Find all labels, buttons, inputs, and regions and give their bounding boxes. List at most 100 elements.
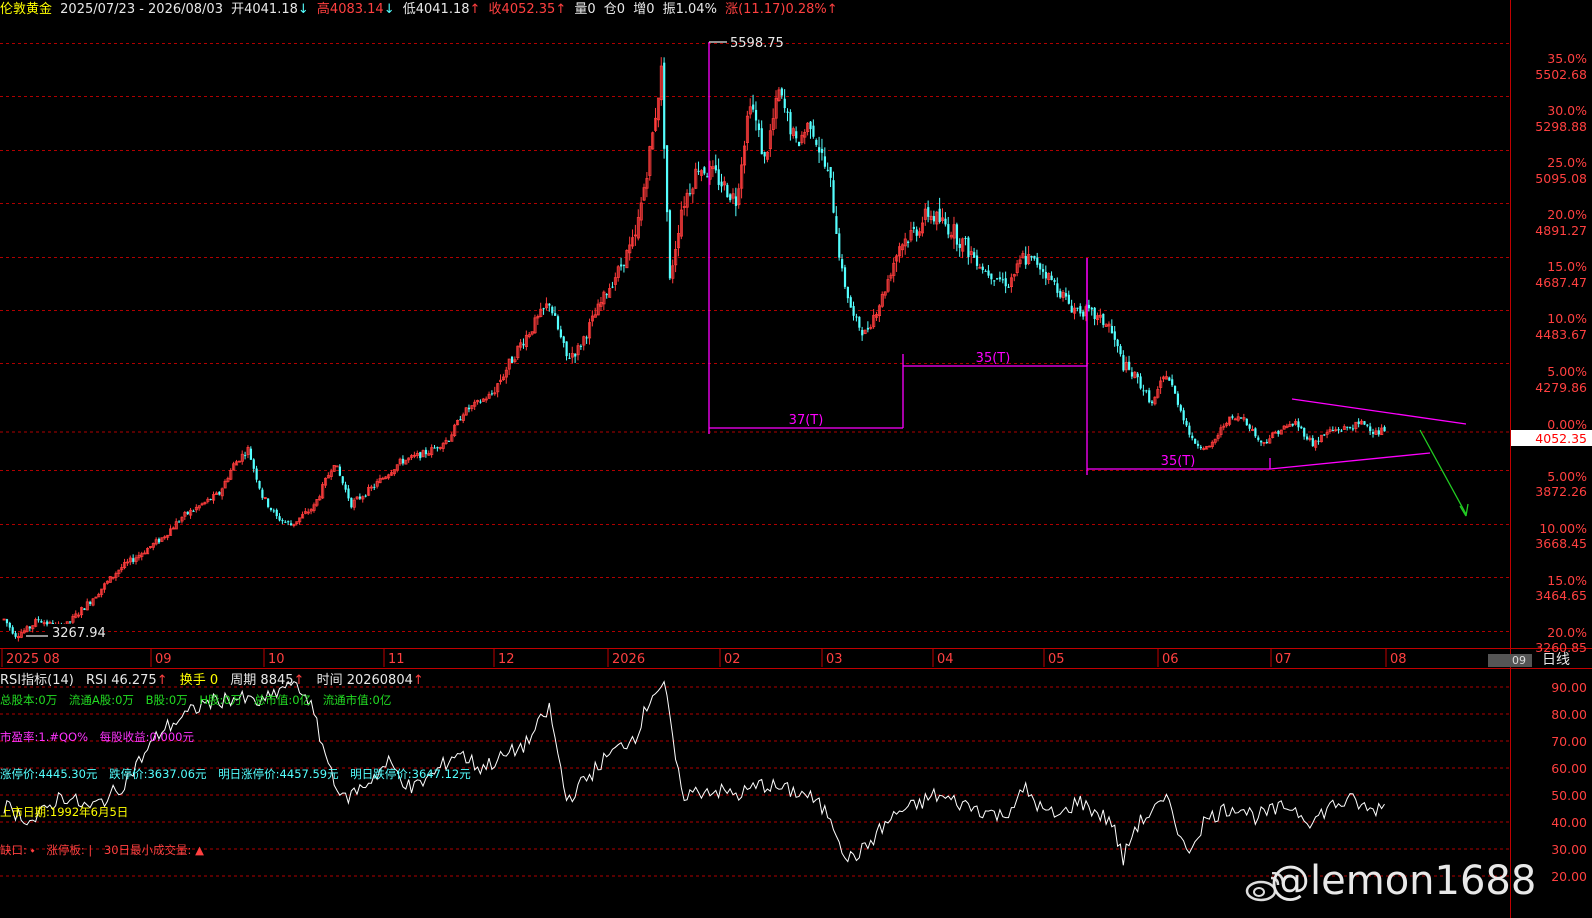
date-tick-label: 07	[1275, 652, 1292, 667]
candle-body	[1030, 255, 1033, 258]
limit-info: 涨停价:4445.30元 跌停价:3637.06元 明日涨停价:4457.59元…	[0, 767, 479, 781]
date-tick-label: 2025 08	[6, 652, 60, 667]
candle-body	[993, 280, 996, 282]
candle-body	[40, 621, 43, 623]
date-tick-label: 04	[937, 652, 954, 667]
candle-body	[1188, 425, 1191, 435]
candle-body	[278, 516, 281, 521]
candle-body	[14, 633, 17, 637]
candle-body	[1194, 438, 1197, 444]
candle-body	[1130, 372, 1134, 377]
percent-label: 30.0%	[1547, 103, 1587, 118]
scroll-month-label: 09	[1512, 654, 1526, 667]
candle-body	[275, 509, 278, 517]
candle-body	[964, 237, 967, 239]
candle-body	[281, 520, 284, 522]
listing-date: 上市日期:1992年6月5日	[0, 805, 129, 819]
price-label: 5502.68	[1535, 67, 1587, 82]
percent-label: 25.0%	[1547, 155, 1587, 170]
candle-body	[1041, 269, 1045, 272]
percent-label: 10.00%	[1539, 521, 1587, 536]
increase: 增0	[633, 2, 655, 17]
rsi-value: RSI 46.275	[85, 673, 157, 688]
candle-body	[907, 241, 910, 243]
candle-body	[1079, 306, 1082, 314]
candle-body	[69, 621, 72, 623]
candle-body	[559, 329, 562, 338]
date-tick-label: 2026	[612, 652, 645, 667]
candle-body	[565, 341, 568, 357]
period-selector[interactable]: 日线	[1542, 652, 1570, 668]
candle-body	[1053, 280, 1056, 282]
date-axis: 2025 08 09 10 11 12 2026 02 03 04 05 06 07 08	[1, 649, 1407, 667]
candle-body	[1340, 430, 1343, 432]
candle-body	[760, 128, 763, 155]
candle-body	[697, 170, 700, 172]
candle-body	[284, 521, 287, 523]
candle-body	[1119, 346, 1122, 355]
candle-body	[1265, 441, 1268, 443]
candle-body	[186, 511, 189, 515]
open-price: 开4041.18	[231, 2, 298, 17]
candle-body	[1122, 355, 1125, 371]
price-label: 3668.45	[1535, 536, 1587, 551]
listing-info: 上市日期:1992年6月5日	[0, 805, 136, 819]
gap-info: 缺口: ⬩ 涨停板: | 30日最小成交量: ▲	[0, 843, 212, 857]
candle-body	[944, 218, 947, 225]
candle-body	[1110, 325, 1114, 334]
time-value: 时间 20260804	[316, 673, 413, 688]
candle-body	[1254, 428, 1257, 437]
candle-body	[1337, 429, 1340, 431]
candle-body	[846, 286, 849, 299]
candle-body	[447, 440, 451, 442]
date-tick-label: 12	[498, 652, 515, 667]
candle-body	[290, 523, 293, 526]
triangle-lower-line	[1269, 452, 1431, 470]
indicator-name[interactable]: RSI指标(14)	[0, 673, 74, 688]
candle-body	[419, 452, 422, 459]
candle-body	[1056, 283, 1059, 293]
candle-body	[835, 216, 838, 234]
date-tick-label: 03	[826, 652, 843, 667]
candle-body	[1245, 418, 1248, 426]
candle-body	[424, 449, 428, 455]
candle-body	[703, 167, 706, 174]
candle-body	[157, 538, 161, 543]
gap-label: 缺口:	[0, 843, 31, 857]
forecast-arrow-line	[1419, 429, 1467, 515]
limit-down-price: 跌停价:3637.06元	[109, 767, 207, 781]
candle-body	[663, 62, 666, 149]
candle-body	[1070, 305, 1073, 313]
candle-body	[1168, 377, 1171, 381]
price-label: 4483.67	[1535, 327, 1587, 342]
candle-body	[823, 156, 827, 167]
candle-body	[335, 465, 339, 468]
candle-body	[967, 237, 970, 258]
candle-body	[809, 121, 812, 130]
rsi-arrow: ↑	[156, 673, 168, 688]
candle-body	[1191, 435, 1194, 439]
limit-up-price: 涨停价:4445.30元	[0, 767, 98, 781]
price-label: 3464.65	[1535, 588, 1587, 603]
candle-body	[1128, 361, 1131, 370]
candle-body	[987, 270, 990, 276]
candle-body	[1113, 331, 1116, 340]
candle-body	[1305, 436, 1309, 440]
price-label: 4891.27	[1535, 223, 1587, 238]
candle-body	[510, 356, 514, 363]
candle-body	[1050, 275, 1053, 281]
candle-body	[665, 145, 669, 213]
high-arrow: ↓	[383, 2, 395, 17]
candle-body	[714, 165, 717, 171]
candle-body	[1136, 373, 1139, 378]
candle-body	[1024, 256, 1027, 265]
candle-body	[1090, 307, 1093, 310]
candle-body	[5, 619, 9, 624]
timeline-scrollbar[interactable]: 09	[1488, 654, 1532, 667]
candle-body	[244, 455, 247, 457]
candle-body	[981, 266, 984, 270]
candle-body	[1179, 405, 1182, 411]
rsi-axis-label: 30.00	[1551, 842, 1587, 857]
valuation-info: 市盈率:1.#QO% 每股收益:0.000元	[0, 730, 202, 744]
turnover: 换手 0	[179, 673, 219, 688]
